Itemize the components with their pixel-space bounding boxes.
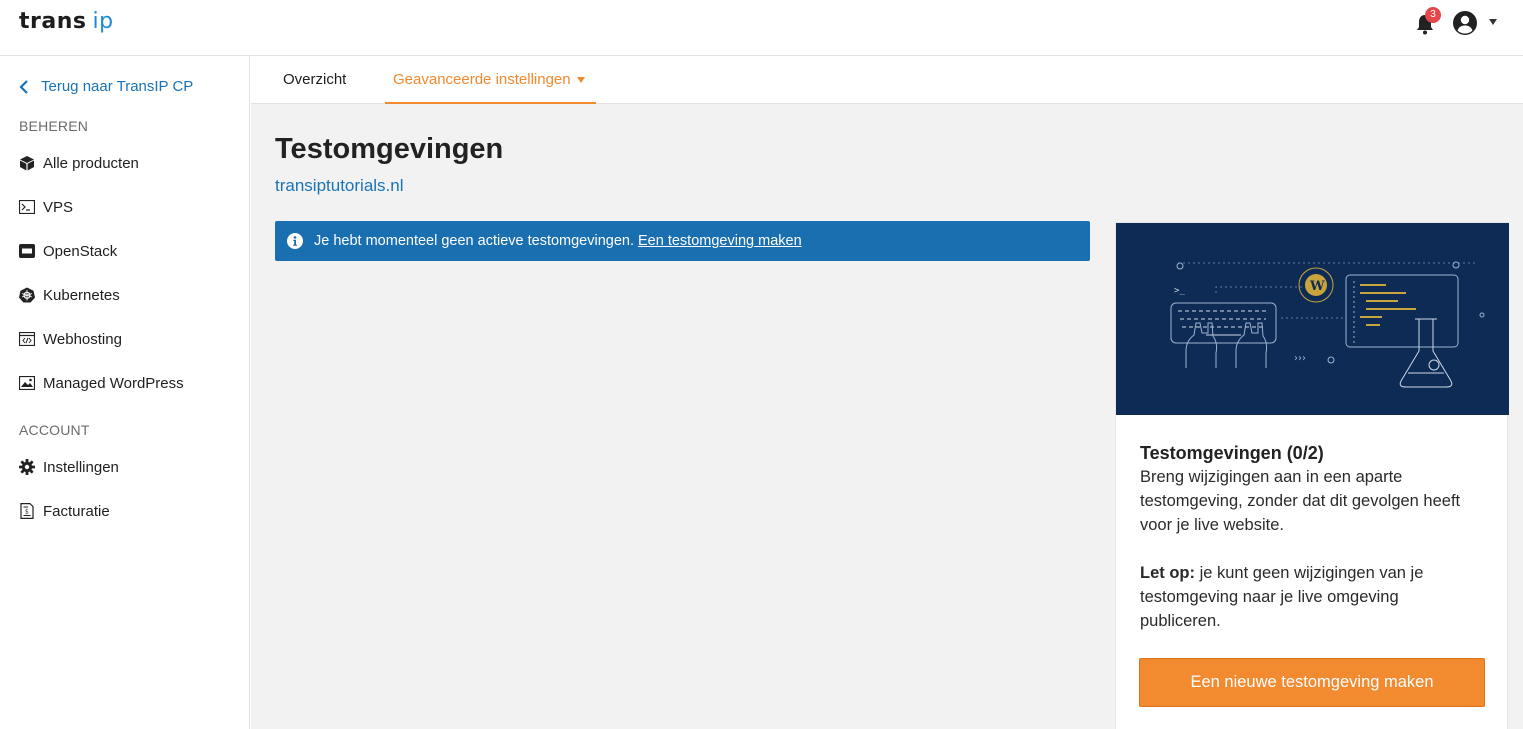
sidebar-item-label: OpenStack [43, 242, 118, 260]
kubernetes-icon [19, 287, 35, 303]
chevron-down-icon [577, 77, 585, 83]
section-label-beheren: BEHEREN [19, 118, 89, 134]
sidebar-item-openstack[interactable]: OpenStack [19, 240, 117, 262]
sidebar-item-facturatie[interactable]: $ Facturatie [19, 500, 110, 522]
page-title: Testomgevingen [275, 133, 504, 165]
section-label-account: ACCOUNT [19, 422, 90, 438]
test-environments-card: W >_ ››› Testomgevingen (0/2) Breng wijz… [1115, 222, 1509, 729]
back-label: Terug naar TransIP CP [41, 78, 194, 95]
info-alert: Je hebt momenteel geen actieve testomgev… [275, 221, 1090, 261]
sidebar-item-vps[interactable]: VPS [19, 196, 73, 218]
sidebar-item-webhosting[interactable]: Webhosting [19, 328, 122, 350]
note-label: Let op: [1140, 564, 1195, 582]
sidebar-item-instellingen[interactable]: Instellingen [19, 456, 119, 478]
sidebar-item-alle-producten[interactable]: Alle producten [19, 152, 139, 174]
svg-text:$: $ [25, 509, 29, 516]
sidebar-item-label: Kubernetes [43, 286, 120, 304]
cube-icon [19, 155, 35, 171]
sidebar-item-label: Alle producten [43, 154, 139, 172]
domain-link[interactable]: transiptutorials.nl [275, 176, 404, 196]
main-content: Overzicht Geavanceerde instellingen Test… [251, 56, 1523, 729]
sidebar: Terug naar TransIP CP BEHEREN Alle produ… [0, 56, 250, 729]
sidebar-item-label: Instellingen [43, 458, 119, 476]
svg-text:W: W [1309, 279, 1325, 294]
user-avatar-icon[interactable] [1452, 10, 1478, 36]
test-environment-illustration: W >_ ››› [1116, 223, 1509, 415]
card-body: Testomgevingen (0/2) Breng wijzigingen a… [1116, 415, 1507, 633]
tab-geavanceerde-instellingen[interactable]: Geavanceerde instellingen [385, 56, 596, 104]
gear-icon [19, 459, 35, 475]
webhosting-icon [19, 331, 35, 347]
openstack-icon [19, 243, 35, 259]
logo-part-trans: trans [19, 9, 87, 34]
back-to-cp-link[interactable]: Terug naar TransIP CP [19, 78, 193, 95]
sidebar-item-label: Facturatie [43, 502, 110, 520]
terminal-icon [19, 199, 35, 215]
create-test-environment-link[interactable]: Een testomgeving maken [638, 233, 802, 249]
invoice-icon: $ [19, 503, 35, 519]
sidebar-item-label: Webhosting [43, 330, 122, 348]
create-new-test-environment-button[interactable]: Een nieuwe testomgeving maken [1139, 658, 1485, 707]
notification-badge: 3 [1425, 7, 1441, 23]
top-header: trans ip 3 [0, 0, 1523, 56]
user-menu-chevron-down-icon[interactable] [1489, 19, 1497, 25]
svg-text:›››: ››› [1294, 353, 1306, 364]
sidebar-item-label: VPS [43, 198, 74, 216]
card-description: Breng wijzigingen aan in een aparte test… [1140, 468, 1461, 534]
tab-label: Geavanceerde instellingen [393, 71, 571, 88]
alert-text: Je hebt momenteel geen actieve testomgev… [314, 233, 635, 249]
info-icon [287, 233, 303, 249]
tab-bar: Overzicht Geavanceerde instellingen [251, 56, 1523, 104]
card-title: Testomgevingen (0/2) [1140, 443, 1324, 463]
card-note: Let op: je kunt geen wijzigingen van je … [1140, 561, 1483, 633]
sidebar-item-kubernetes[interactable]: Kubernetes [19, 284, 120, 306]
sidebar-item-managed-wordpress[interactable]: Managed WordPress [19, 372, 184, 394]
tab-overzicht[interactable]: Overzicht [283, 56, 346, 104]
logo-part-ip: ip [92, 9, 114, 34]
transip-logo[interactable]: trans ip [19, 9, 114, 37]
svg-text:>_: >_ [1174, 286, 1185, 296]
image-icon [19, 375, 35, 391]
sidebar-item-label: Managed WordPress [43, 374, 184, 392]
chevron-left-icon [19, 79, 28, 94]
